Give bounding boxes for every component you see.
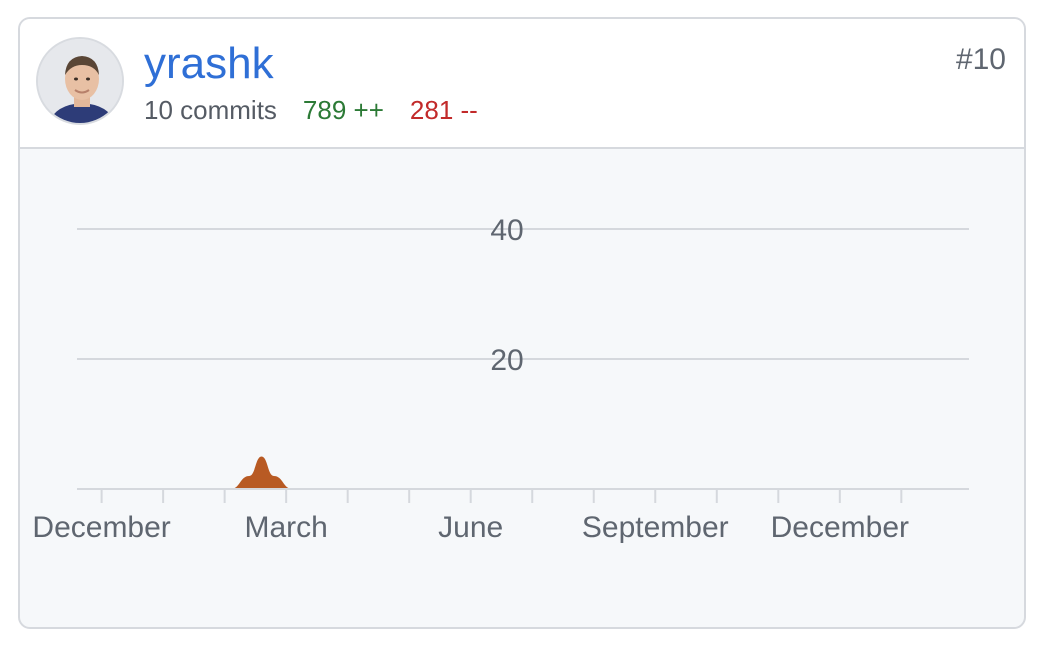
- x-tick-label: September: [582, 511, 729, 544]
- x-tick-label: December: [771, 511, 909, 544]
- x-tick-label: June: [438, 511, 503, 544]
- y-tick-label: 40: [490, 214, 523, 247]
- contribution-area: [230, 456, 293, 489]
- x-tick-label: December: [32, 511, 170, 544]
- contributions-chart: 20 40 December March June September December: [32, 214, 969, 544]
- x-tick-label: March: [244, 511, 327, 544]
- y-tick-label: 20: [490, 344, 523, 377]
